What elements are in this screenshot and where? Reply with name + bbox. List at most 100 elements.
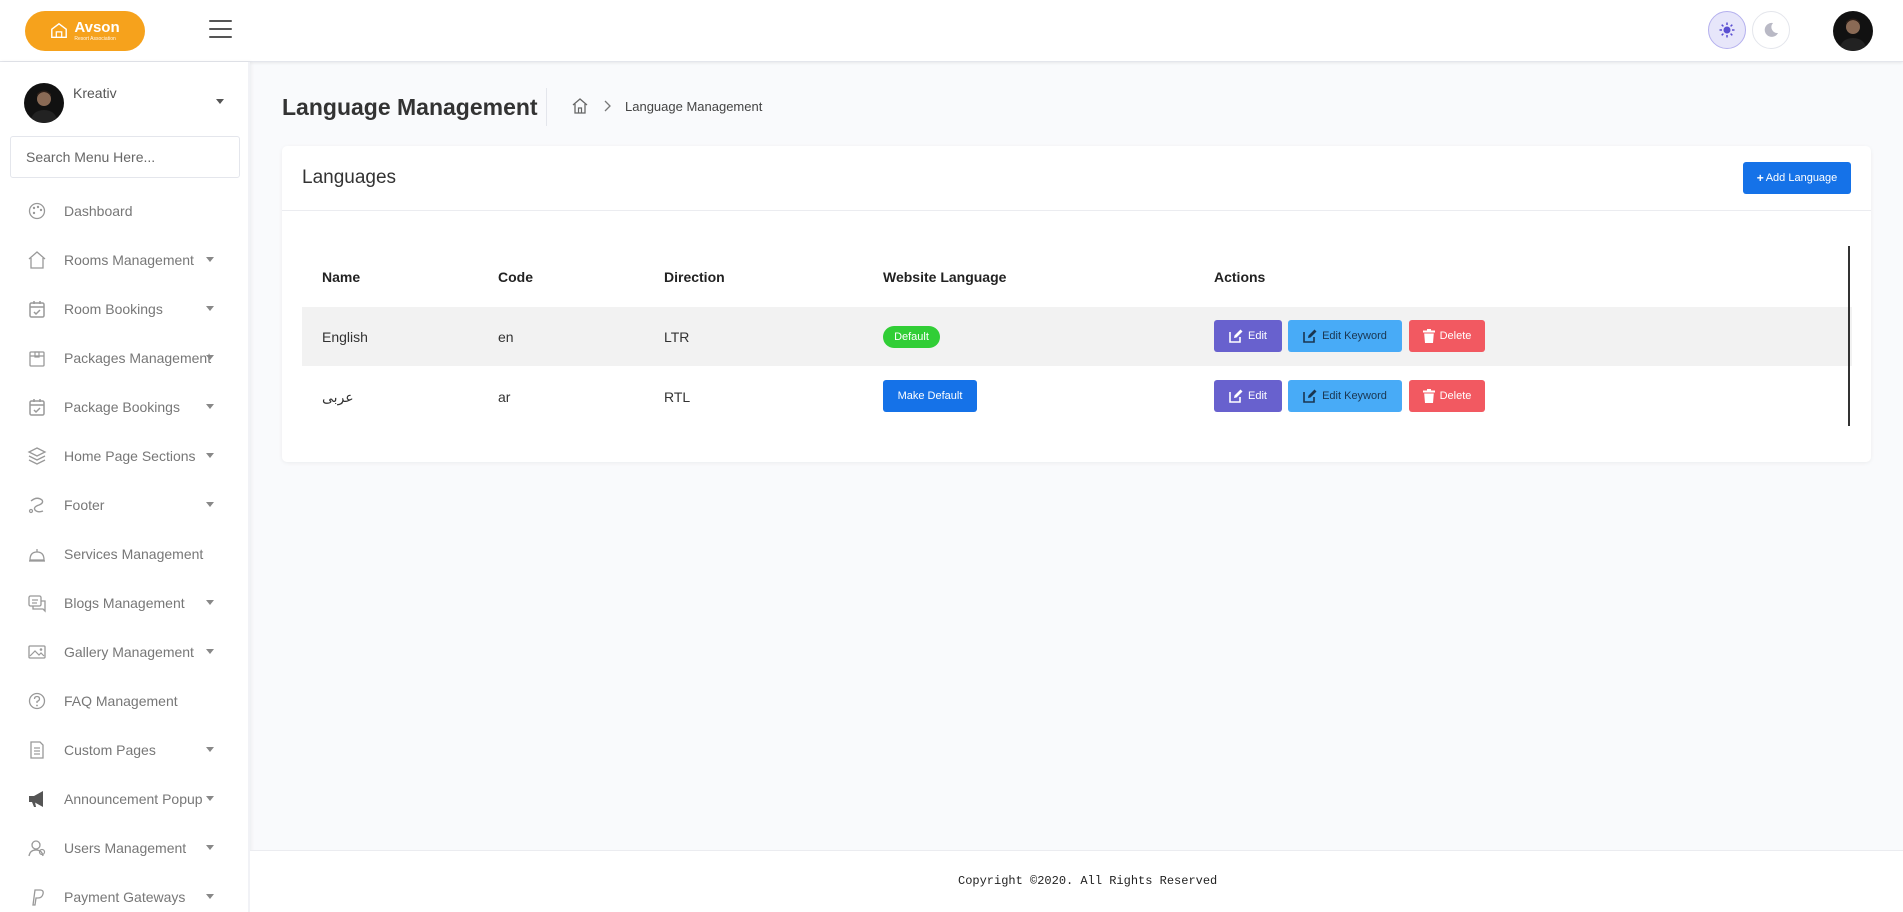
sidebar-item-label: Package Bookings — [64, 398, 180, 415]
make-default-button[interactable]: Make Default — [883, 380, 977, 412]
add-language-label: Add Language — [1765, 172, 1838, 184]
calendar-check-icon — [29, 399, 45, 416]
caret-down-icon — [206, 257, 214, 262]
sidebar-item-custom-pages[interactable]: Custom Pages — [0, 725, 250, 774]
sidebar-item-room-bookings[interactable]: Room Bookings — [0, 284, 250, 333]
edit-icon — [1303, 329, 1317, 343]
document-icon — [30, 741, 44, 759]
logo-tagline: Resort Association — [74, 36, 116, 42]
table-scrollbar[interactable] — [1848, 246, 1850, 426]
sidebar-item-label: Footer — [64, 496, 105, 513]
sidebar-item-services-management[interactable]: Services Management — [0, 529, 250, 578]
home-icon[interactable] — [571, 97, 589, 115]
caret-down-icon — [206, 894, 214, 899]
user-icon — [28, 840, 46, 857]
sidebar-item-label: Packages Management — [64, 349, 212, 366]
caret-down-icon[interactable] — [216, 99, 224, 104]
caret-down-icon — [206, 453, 214, 458]
profile-avatar[interactable] — [1833, 11, 1873, 51]
delete-button[interactable]: Delete — [1409, 380, 1485, 412]
package-icon — [29, 351, 45, 367]
sidebar-nav: Dashboard Rooms Management Room Bookings Pa… — [0, 186, 250, 912]
sidebar-item-dashboard[interactable]: Dashboard — [0, 186, 250, 235]
edit-button[interactable]: Edit — [1214, 320, 1282, 352]
header-divider — [546, 88, 547, 126]
sidebar-search-input[interactable] — [10, 136, 240, 178]
caret-down-icon — [206, 600, 214, 605]
plus-icon: + — [1756, 171, 1764, 185]
edit-keyword-label: Edit Keyword — [1322, 330, 1387, 342]
edit-icon — [1303, 389, 1317, 403]
page-title: Language Management — [282, 94, 538, 120]
sidebar-item-faq-management[interactable]: FAQ Management — [0, 676, 250, 725]
menu-toggle-button[interactable] — [209, 20, 232, 40]
home-icon — [28, 251, 46, 269]
sidebar-item-gallery-management[interactable]: Gallery Management — [0, 627, 250, 676]
sidebar-item-label: Dashboard — [64, 202, 133, 219]
sidebar-item-announcement-popup[interactable]: Announcement Popup — [0, 774, 250, 823]
edit-label: Edit — [1248, 390, 1267, 402]
paypal-icon — [32, 889, 44, 906]
user-name: Kreativ — [73, 85, 117, 101]
language-direction: LTR — [664, 329, 690, 345]
sidebar-item-users-management[interactable]: Users Management — [0, 823, 250, 872]
caret-down-icon — [206, 796, 214, 801]
sidebar-item-blogs-management[interactable]: Blogs Management — [0, 578, 250, 627]
sidebar-item-package-bookings[interactable]: Package Bookings — [0, 382, 250, 431]
sidebar-user[interactable]: Kreativ — [0, 62, 250, 130]
language-code: ar — [498, 389, 511, 405]
sidebar-item-home-page-sections[interactable]: Home Page Sections — [0, 431, 250, 480]
default-badge: Default — [883, 326, 940, 348]
sidebar-item-label: Blogs Management — [64, 594, 185, 611]
avatar-image — [24, 83, 64, 123]
caret-down-icon — [206, 502, 214, 507]
sidebar-item-payment-gateways[interactable]: Payment Gateways — [0, 872, 250, 912]
table-row: عربى ar RTL Make Default Edit Edit Keywo… — [302, 367, 1852, 426]
sidebar-item-footer[interactable]: Footer — [0, 480, 250, 529]
sidebar-item-rooms-management[interactable]: Rooms Management — [0, 235, 250, 284]
breadcrumb-current: Language Management — [625, 99, 763, 114]
hamburger-line — [209, 28, 232, 30]
avatar-image — [1833, 11, 1873, 51]
sidebar-item-label: Services Management — [64, 545, 204, 562]
delete-button[interactable]: Delete — [1409, 320, 1485, 352]
brand-logo[interactable]: Avson Resort Association — [25, 11, 145, 51]
edit-label: Edit — [1248, 330, 1267, 342]
footer: Copyright ©2020. All Rights Reserved — [250, 850, 1903, 912]
hamburger-line — [209, 20, 232, 22]
palette-icon — [28, 202, 46, 220]
language-code: en — [498, 329, 514, 345]
column-header-code: Code — [498, 269, 533, 285]
edit-keyword-button[interactable]: Edit Keyword — [1288, 380, 1402, 412]
language-name: عربى — [322, 389, 354, 405]
top-header: Avson Resort Association — [0, 0, 1903, 62]
sidebar-item-label: FAQ Management — [64, 692, 178, 709]
dark-theme-button[interactable] — [1752, 11, 1790, 49]
card-title: Languages — [302, 167, 397, 188]
language-name: English — [322, 329, 368, 345]
sidebar-item-label: Payment Gateways — [64, 888, 186, 905]
sidebar-scrollbar[interactable] — [248, 62, 250, 912]
sidebar-item-label: Rooms Management — [64, 251, 194, 268]
sidebar-item-packages-management[interactable]: Packages Management — [0, 333, 250, 382]
column-header-actions: Actions — [1214, 269, 1266, 285]
megaphone-icon — [29, 791, 43, 807]
sidebar-item-label: Users Management — [64, 839, 187, 856]
sidebar: Kreativ Dashboard Rooms Management Room Bo… — [0, 62, 250, 912]
moon-icon — [1764, 22, 1778, 37]
question-icon — [28, 692, 46, 710]
chat-icon — [28, 595, 46, 613]
bell-service-icon — [29, 549, 45, 562]
language-direction: RTL — [664, 389, 691, 405]
add-language-button[interactable]: + Add Language — [1743, 162, 1851, 194]
edit-keyword-label: Edit Keyword — [1322, 390, 1387, 402]
edit-keyword-button[interactable]: Edit Keyword — [1288, 320, 1402, 352]
light-theme-button[interactable] — [1708, 11, 1746, 49]
calendar-check-icon — [29, 301, 45, 318]
caret-down-icon — [206, 355, 214, 360]
edit-button[interactable]: Edit — [1214, 380, 1282, 412]
chevron-right-icon — [604, 100, 611, 112]
caret-down-icon — [206, 306, 214, 311]
column-header-name: Name — [322, 269, 361, 285]
card-header: Languages + Add Language — [282, 146, 1871, 211]
